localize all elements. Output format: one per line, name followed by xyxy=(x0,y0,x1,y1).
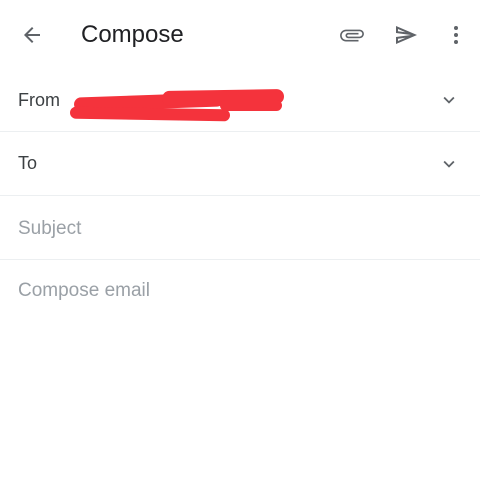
top-app-bar: Compose xyxy=(0,0,480,70)
send-button[interactable] xyxy=(386,15,426,55)
from-label: From xyxy=(18,90,60,110)
to-row[interactable]: To xyxy=(0,132,480,196)
chevron-down-icon xyxy=(443,96,455,104)
redaction-mark xyxy=(69,106,231,122)
compose-body-placeholder: Compose email xyxy=(18,280,150,301)
to-expand-button[interactable] xyxy=(434,149,464,179)
from-address-redacted xyxy=(69,86,290,122)
subject-placeholder: Subject xyxy=(18,218,82,239)
more-options-button[interactable] xyxy=(436,15,476,55)
arrow-back-icon xyxy=(24,27,40,43)
redaction-mark xyxy=(220,100,282,111)
more-vert-icon xyxy=(454,26,458,44)
from-row[interactable]: From xyxy=(0,70,480,132)
back-button[interactable] xyxy=(12,15,52,55)
to-label: To xyxy=(18,153,38,173)
subject-field[interactable]: Subject xyxy=(0,196,480,260)
page-title: Compose xyxy=(81,21,184,48)
attach-button[interactable] xyxy=(332,15,372,55)
compose-screen: Compose From To Subject Compose email xyxy=(0,0,480,496)
paperclip-icon xyxy=(340,29,364,42)
chevron-down-icon xyxy=(443,160,455,168)
compose-body-field[interactable]: Compose email xyxy=(0,260,480,496)
send-icon xyxy=(396,26,417,44)
from-expand-button[interactable] xyxy=(434,85,464,115)
